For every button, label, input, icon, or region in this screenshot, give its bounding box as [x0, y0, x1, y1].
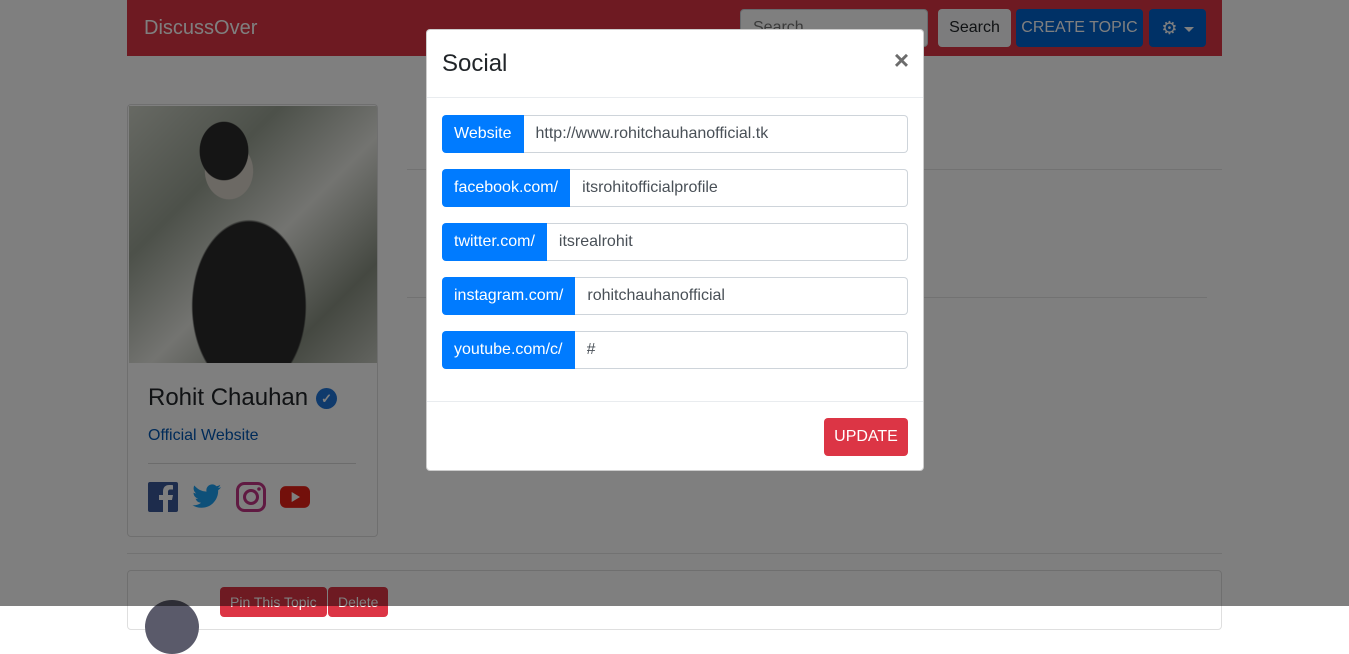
facebook-prefix: facebook.com/	[442, 169, 571, 207]
instagram-prefix: instagram.com/	[442, 277, 576, 315]
facebook-input-group: facebook.com/	[442, 169, 908, 207]
modal-footer: UPDATE	[427, 401, 923, 471]
youtube-field[interactable]	[574, 331, 908, 369]
twitter-field[interactable]	[546, 223, 908, 261]
modal-title: Social	[442, 50, 508, 77]
social-modal: Social × Website facebook.com/ twitter.c…	[426, 29, 924, 471]
twitter-input-group: twitter.com/	[442, 223, 908, 261]
website-prefix: Website	[442, 115, 524, 153]
website-input-group: Website	[442, 115, 908, 153]
modal-header: Social ×	[427, 30, 923, 98]
youtube-input-group: youtube.com/c/	[442, 331, 908, 369]
facebook-field[interactable]	[570, 169, 908, 207]
instagram-field[interactable]	[575, 277, 908, 315]
update-button[interactable]: UPDATE	[824, 418, 908, 456]
instagram-input-group: instagram.com/	[442, 277, 908, 315]
close-icon[interactable]: ×	[894, 46, 909, 74]
website-field[interactable]	[523, 115, 908, 153]
youtube-prefix: youtube.com/c/	[442, 331, 575, 369]
twitter-prefix: twitter.com/	[442, 223, 547, 261]
avatar	[145, 600, 199, 654]
